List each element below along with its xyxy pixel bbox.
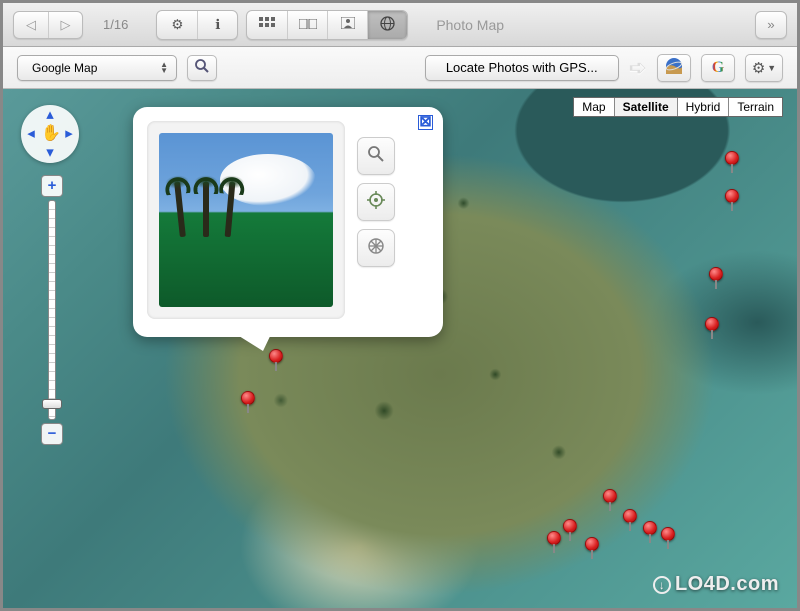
view-compare-button[interactable] bbox=[287, 11, 327, 39]
nav-back-button[interactable]: ◁ bbox=[14, 12, 48, 38]
person-icon bbox=[341, 17, 355, 32]
popup-tools bbox=[357, 137, 395, 323]
toolbar-group-view bbox=[246, 10, 408, 40]
map-pin[interactable] bbox=[563, 519, 577, 533]
map-pin[interactable] bbox=[241, 391, 255, 405]
compare-icon bbox=[299, 17, 317, 32]
info-icon: ℹ bbox=[215, 17, 220, 33]
view-thumbnails-button[interactable] bbox=[247, 11, 287, 39]
map-pin[interactable] bbox=[725, 151, 739, 165]
map-provider-select[interactable]: Google Map ▲▼ bbox=[17, 55, 177, 81]
nav-arrows-group: ◁ ▷ bbox=[13, 11, 83, 39]
gear-menu-button[interactable]: ⚙ ▼ bbox=[745, 54, 783, 82]
pan-hand-icon[interactable]: ✋ bbox=[41, 125, 59, 143]
page-indicator: 1/16 bbox=[103, 17, 128, 32]
google-earth-button[interactable] bbox=[657, 54, 691, 82]
pan-control: ▴ ▾ ◂ ▸ ✋ bbox=[21, 105, 79, 163]
download-icon: ↓ bbox=[653, 576, 671, 594]
pan-down-button[interactable]: ▾ bbox=[43, 146, 57, 160]
pan-left-button[interactable]: ◂ bbox=[24, 127, 38, 141]
toolbar-group-settings: ⚙ ℹ bbox=[156, 10, 238, 40]
view-map-button[interactable] bbox=[367, 11, 407, 39]
watermark: ↓ LO4D.com bbox=[653, 573, 779, 596]
search-icon bbox=[194, 58, 210, 77]
map-pin[interactable] bbox=[623, 509, 637, 523]
popup-close-button[interactable]: ⊠ bbox=[418, 115, 433, 130]
zoom-in-button[interactable]: + bbox=[41, 175, 63, 197]
zoom-control: + − bbox=[41, 175, 63, 445]
google-g-icon: G bbox=[712, 59, 724, 77]
popup-compass-button[interactable] bbox=[357, 229, 395, 267]
gear-icon: ⚙ bbox=[171, 17, 183, 33]
photo-thumbnail-frame bbox=[147, 121, 345, 319]
zoom-slider-track[interactable] bbox=[48, 200, 56, 420]
sub-toolbar: Google Map ▲▼ Locate Photos with GPS... … bbox=[3, 47, 797, 89]
zoom-slider-handle[interactable] bbox=[42, 399, 62, 409]
zoom-out-button[interactable]: − bbox=[41, 423, 63, 445]
compass-icon bbox=[367, 237, 385, 260]
gear-icon: ⚙ bbox=[752, 59, 765, 77]
grid-icon bbox=[259, 17, 275, 32]
pan-right-button[interactable]: ▸ bbox=[62, 127, 76, 141]
map-type-satellite[interactable]: Satellite bbox=[614, 98, 677, 116]
nav-forward-button[interactable]: ▷ bbox=[48, 12, 82, 38]
popup-center-button[interactable] bbox=[357, 183, 395, 221]
magnifier-icon bbox=[367, 145, 385, 168]
photo-thumbnail[interactable] bbox=[159, 133, 333, 307]
map-pin[interactable] bbox=[661, 527, 675, 541]
top-toolbar: ◁ ▷ 1/16 ⚙ ℹ Photo Map » bbox=[3, 3, 797, 47]
map-pin[interactable] bbox=[585, 537, 599, 551]
arrow-right-icon: ➪ bbox=[629, 55, 647, 81]
google-button[interactable]: G bbox=[701, 54, 735, 82]
popup-zoom-button[interactable] bbox=[357, 137, 395, 175]
target-icon bbox=[367, 191, 385, 214]
search-map-button[interactable] bbox=[187, 55, 217, 81]
map-pin[interactable] bbox=[725, 189, 739, 203]
watermark-text: LO4D.com bbox=[675, 573, 779, 596]
info-button[interactable]: ℹ bbox=[197, 11, 237, 39]
view-people-button[interactable] bbox=[327, 11, 367, 39]
page-title: Photo Map bbox=[436, 17, 504, 33]
map-type-switcher: MapSatelliteHybridTerrain bbox=[573, 97, 783, 117]
more-button[interactable]: » bbox=[755, 11, 787, 39]
map-provider-label: Google Map bbox=[32, 61, 97, 75]
chevrons-right-icon: » bbox=[767, 17, 774, 32]
map-pin[interactable] bbox=[269, 349, 283, 363]
map-type-terrain[interactable]: Terrain bbox=[728, 98, 782, 116]
pan-up-button[interactable]: ▴ bbox=[43, 108, 57, 122]
photo-popup: ⊠ bbox=[133, 107, 443, 337]
map-pin[interactable] bbox=[547, 531, 561, 545]
map-pin[interactable] bbox=[705, 317, 719, 331]
map-area[interactable]: ▴ ▾ ◂ ▸ ✋ + − MapSatelliteHybridTerrain … bbox=[3, 89, 797, 608]
chevron-down-icon: ▼ bbox=[767, 63, 776, 73]
locate-photos-button[interactable]: Locate Photos with GPS... bbox=[425, 55, 619, 81]
map-pin[interactable] bbox=[709, 267, 723, 281]
map-pin[interactable] bbox=[603, 489, 617, 503]
globe-icon bbox=[380, 16, 395, 34]
updown-icon: ▲▼ bbox=[160, 62, 168, 74]
google-earth-icon bbox=[665, 57, 683, 78]
map-type-map[interactable]: Map bbox=[574, 98, 613, 116]
map-type-hybrid[interactable]: Hybrid bbox=[677, 98, 729, 116]
settings-button[interactable]: ⚙ bbox=[157, 11, 197, 39]
map-pin[interactable] bbox=[643, 521, 657, 535]
